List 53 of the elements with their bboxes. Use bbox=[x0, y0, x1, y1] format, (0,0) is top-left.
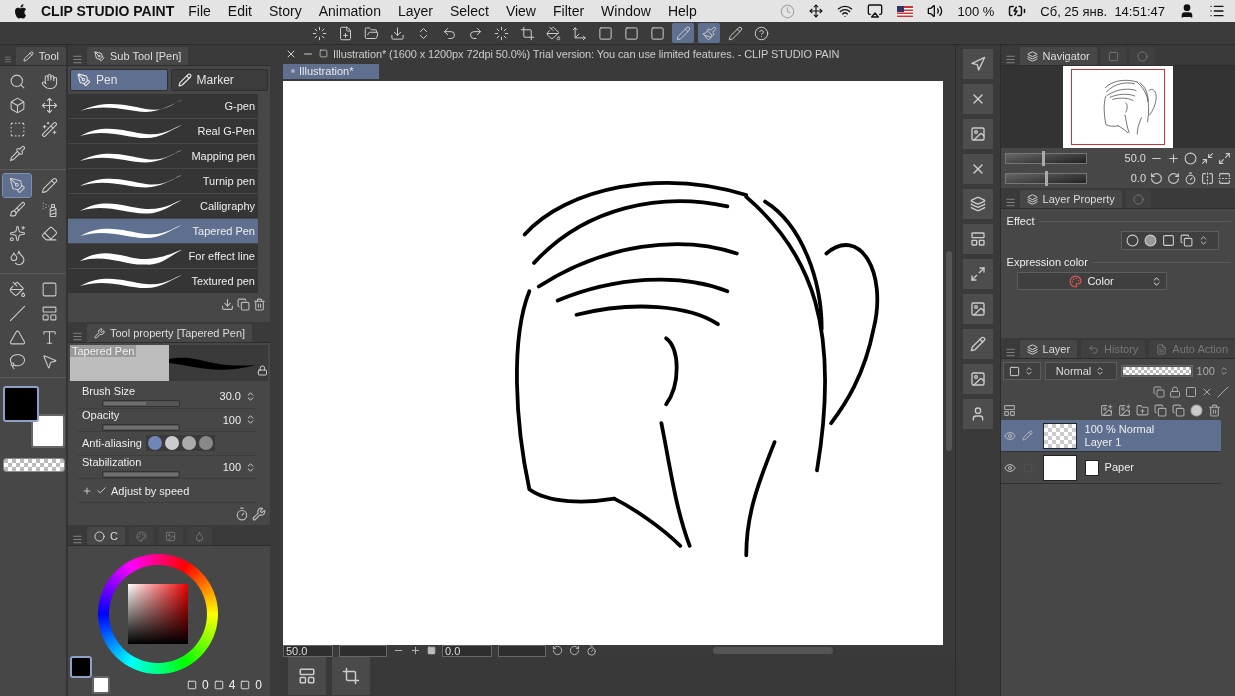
menu-item[interactable]: Story bbox=[268, 3, 302, 19]
menu-item[interactable]: Animation bbox=[318, 3, 381, 19]
menu-item[interactable]: Select bbox=[449, 3, 489, 19]
property-value[interactable]: 100 bbox=[222, 413, 241, 426]
property-value[interactable]: 100 bbox=[222, 461, 241, 474]
property-label: Stabilization bbox=[82, 456, 143, 469]
counter-value: 0 bbox=[255, 678, 262, 692]
sub-tool-item[interactable]: G-pen bbox=[68, 94, 258, 118]
sub-tool-item[interactable]: Turnip pen bbox=[68, 169, 258, 193]
panel-tab[interactable]: Sub Tool [Pen] bbox=[87, 47, 189, 65]
layer-row[interactable]: Paper bbox=[1000, 452, 1221, 484]
expression-color-select[interactable]: Color bbox=[1016, 272, 1167, 290]
sub-tool-item[interactable]: Calligraphy bbox=[68, 194, 258, 218]
document-title: Illustration* (1600 x 1200px 72dpi 50.0%) Trial version: You can use limited features. - CLIP STUDIO PAIN bbox=[333, 47, 840, 60]
sub-tool-item[interactable]: Tapered Pen bbox=[68, 219, 258, 243]
counter-value: 0 bbox=[201, 678, 209, 692]
tool-group-tab[interactable]: Marker bbox=[170, 69, 268, 91]
menu-item[interactable]: View bbox=[505, 3, 536, 19]
layer-mode: 100 % Normal bbox=[1084, 422, 1155, 436]
property-label: Brush Size bbox=[82, 385, 137, 398]
app-name: CLIP STUDIO PAINT bbox=[41, 3, 175, 19]
sub-tool-item[interactable]: For effect line bbox=[68, 244, 258, 268]
opacity-value[interactable]: 100 bbox=[1196, 365, 1215, 377]
property-label: Anti-aliasing bbox=[82, 437, 142, 450]
menu-item[interactable]: Help bbox=[667, 3, 697, 19]
rotation-value: 0.0 bbox=[1130, 172, 1146, 184]
layer-name: Layer 1 bbox=[1084, 435, 1123, 449]
menu-item[interactable]: File bbox=[188, 3, 211, 19]
menu-item[interactable]: Edit bbox=[227, 3, 252, 19]
zoom-value: 50.0 bbox=[1124, 152, 1146, 164]
counter-value: 4 bbox=[228, 678, 236, 692]
layer-name: Paper bbox=[1104, 461, 1134, 474]
property-value[interactable]: 30.0 bbox=[219, 390, 241, 403]
section-label: Expression color bbox=[1006, 256, 1088, 268]
panel-tab[interactable]: Layer Property bbox=[1019, 190, 1122, 208]
menu-item[interactable]: Layer bbox=[397, 3, 433, 19]
panel-tab[interactable]: Layer bbox=[1019, 340, 1078, 358]
date-time[interactable]: Сб, 25 янв. 14:51:47 bbox=[1040, 3, 1165, 19]
menu-item[interactable]: Window bbox=[601, 3, 651, 19]
sub-tool-item[interactable]: Real G-Pen bbox=[68, 119, 258, 143]
menu-item[interactable]: Filter bbox=[552, 3, 585, 19]
sub-tool-item[interactable]: Textured pen bbox=[68, 269, 258, 293]
section-label: Effect bbox=[1006, 215, 1035, 227]
property-label: Adjust by speed bbox=[111, 484, 190, 497]
panel-tab[interactable]: Tool property [Tapered Pen] bbox=[87, 324, 253, 342]
battery-percent: 100 % bbox=[957, 3, 995, 19]
tool-group-tab[interactable]: Pen bbox=[70, 69, 168, 91]
panel-tab[interactable]: Tool bbox=[15, 47, 66, 65]
preview-label: Tapered Pen bbox=[70, 345, 137, 357]
sub-tool-item[interactable]: Mapping pen bbox=[68, 144, 258, 168]
blend-mode-select[interactable]: Normal bbox=[1044, 362, 1117, 380]
document-tab[interactable]: Illustration* bbox=[283, 64, 379, 79]
property-label: Opacity bbox=[82, 408, 121, 421]
